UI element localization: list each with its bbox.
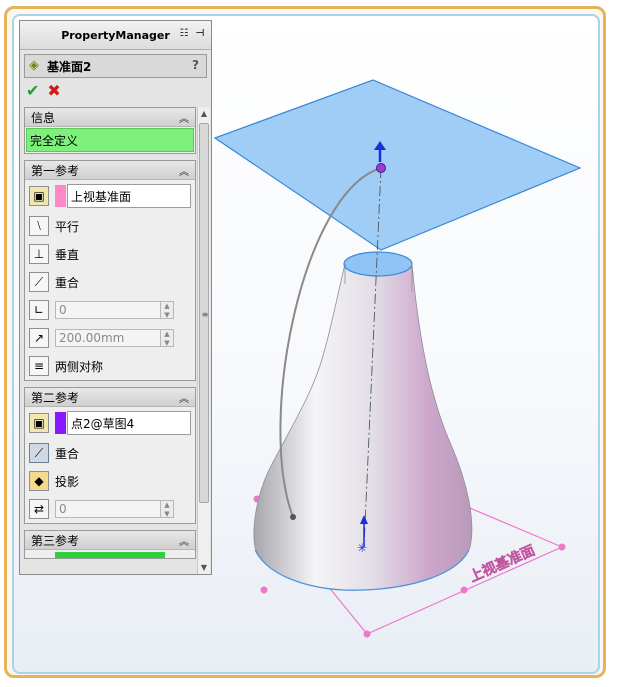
second-reference-header[interactable]: 第二参考 ︽ — [25, 388, 195, 407]
chevron-up-icon[interactable]: ︽ — [179, 533, 189, 548]
ref2-coincident-label: 重合 — [55, 446, 80, 461]
chevron-up-icon[interactable]: ︽ — [179, 110, 189, 125]
property-manager: PropertyManager ☷ ⊣ ◈ 基准面2 ? ✔ ✖ 信息 ︽ 完全… — [19, 20, 212, 575]
status-fully-defined: 完全定义 — [26, 128, 194, 152]
symmetric-option[interactable]: ≡ 两侧对称 — [25, 352, 195, 380]
project-label: 投影 — [55, 474, 80, 489]
ref1-selection-row: ▣ 上视基准面 — [25, 180, 195, 212]
coincident-icon[interactable]: ⟋ — [29, 443, 49, 463]
pm-scrollbar[interactable]: ▲ ≡ ▼ — [197, 107, 210, 574]
angle-icon[interactable]: ∟ — [29, 300, 49, 320]
ref2-coincident-option[interactable]: ⟋ 重合 — [25, 439, 195, 467]
ok-cancel-row: ✔ ✖ — [20, 78, 211, 102]
curve-end-point[interactable] — [290, 514, 296, 520]
info-group: 信息 ︽ 完全定义 — [24, 107, 196, 154]
chevron-up-icon[interactable]: ︽ — [179, 390, 189, 405]
coincident-option[interactable]: ⟋ 重合 — [25, 268, 195, 296]
ref2-selection-box[interactable]: 点2@草图4 — [67, 411, 191, 435]
perpendicular-icon[interactable]: ⊥ — [29, 244, 49, 264]
flask-opening[interactable] — [343, 251, 413, 277]
first-reference-group: 第一参考 ︽ ▣ 上视基准面 ⧵ 平行 ⊥ 垂直 ⟋ 重合 ∟ 0 ▲ ▼ ↗ … — [24, 160, 196, 381]
parallel-label: 平行 — [55, 219, 80, 234]
ref2-offset-input[interactable] — [55, 500, 161, 518]
feature-name: 基准面2 — [47, 59, 92, 74]
info-header-label: 信息 — [31, 110, 56, 125]
ref2-color-swatch — [55, 412, 66, 434]
plane-feature-icon: ◈ — [29, 58, 39, 73]
scroll-thumb[interactable]: ≡ — [199, 123, 209, 503]
collapse-icon[interactable]: ☷ — [177, 28, 191, 40]
pm-scroll-area: 信息 ︽ 完全定义 第一参考 ︽ ▣ 上视基准面 ⧵ 平行 ⊥ 垂直 ⟋ 重合 … — [24, 107, 196, 574]
ok-button[interactable]: ✔ — [26, 81, 39, 100]
ref2-selection-row: ▣ 点2@草图4 — [25, 407, 195, 439]
distance-spinner[interactable]: ▲ ▼ — [161, 329, 174, 347]
grip-icon: ≡ — [201, 310, 209, 319]
perpendicular-option[interactable]: ⊥ 垂直 — [25, 240, 195, 268]
distance-input[interactable] — [55, 329, 161, 347]
sketch-point[interactable] — [363, 630, 371, 638]
project-option[interactable]: ◆ 投影 — [25, 467, 195, 495]
parallel-option[interactable]: ⧵ 平行 — [25, 212, 195, 240]
distance-row: ↗ ▲▼ — [25, 324, 195, 352]
pin-icon[interactable]: ⊣ — [193, 28, 207, 40]
coincident-label: 重合 — [55, 275, 80, 290]
second-reference-label: 第二参考 — [31, 390, 80, 405]
second-reference-group: 第二参考 ︽ ▣ 点2@草图4 ⟋ 重合 ◆ 投影 ⇄ 0 ▲ ▼ — [24, 387, 196, 524]
help-button[interactable]: ? — [192, 58, 199, 72]
distance-icon[interactable]: ↗ — [29, 328, 49, 348]
point-2[interactable] — [376, 163, 386, 173]
third-reference-header[interactable]: 第三参考 ︽ — [25, 531, 195, 550]
ref3-selection-box[interactable] — [55, 552, 165, 558]
ref2-spinner[interactable]: ▲ ▼ — [161, 500, 174, 518]
cancel-button[interactable]: ✖ — [47, 81, 60, 100]
symmetric-label: 两侧对称 — [55, 359, 104, 374]
feature-header: ◈ 基准面2 ? — [24, 54, 207, 78]
datum-plane[interactable] — [213, 79, 582, 251]
sketch-point[interactable] — [460, 586, 468, 594]
pm-title-bar: PropertyManager ☷ ⊣ — [20, 21, 211, 50]
chevron-up-icon[interactable]: ︽ — [179, 163, 189, 178]
third-reference-label: 第三参考 — [31, 533, 80, 548]
origin-mark: ✳ — [357, 541, 367, 555]
flip-icon[interactable]: ⇄ — [29, 499, 49, 519]
angle-spinner[interactable]: ▲ ▼ — [161, 301, 174, 319]
first-reference-header[interactable]: 第一参考 ︽ — [25, 161, 195, 180]
info-group-header[interactable]: 信息 ︽ — [25, 108, 195, 127]
parallel-icon[interactable]: ⧵ — [29, 216, 49, 236]
symmetric-icon[interactable]: ≡ — [29, 356, 49, 376]
plane-label-text: 上视基准面 — [467, 542, 538, 586]
ref1-color-swatch — [55, 185, 66, 207]
sketch-point[interactable] — [558, 543, 566, 551]
project-icon[interactable]: ◆ — [29, 471, 49, 491]
ref1-selection-box[interactable]: 上视基准面 — [67, 184, 191, 208]
coincident-icon[interactable]: ⟋ — [29, 272, 49, 292]
angle-row: ∟ ▲▼ — [25, 296, 195, 324]
cube-icon: ▣ — [29, 186, 49, 206]
perpendicular-label: 垂直 — [55, 247, 80, 262]
first-reference-label: 第一参考 — [31, 163, 80, 178]
angle-input[interactable] — [55, 301, 161, 319]
scroll-up-icon[interactable]: ▲ — [198, 107, 210, 120]
scroll-down-icon[interactable]: ▼ — [198, 561, 210, 574]
pm-title: PropertyManager — [61, 28, 170, 42]
third-reference-group: 第三参考 ︽ — [24, 530, 196, 559]
ref2-offset-row: ⇄ ▲▼ — [25, 495, 195, 523]
cube-icon: ▣ — [29, 413, 49, 433]
sketch-point[interactable] — [260, 586, 268, 594]
